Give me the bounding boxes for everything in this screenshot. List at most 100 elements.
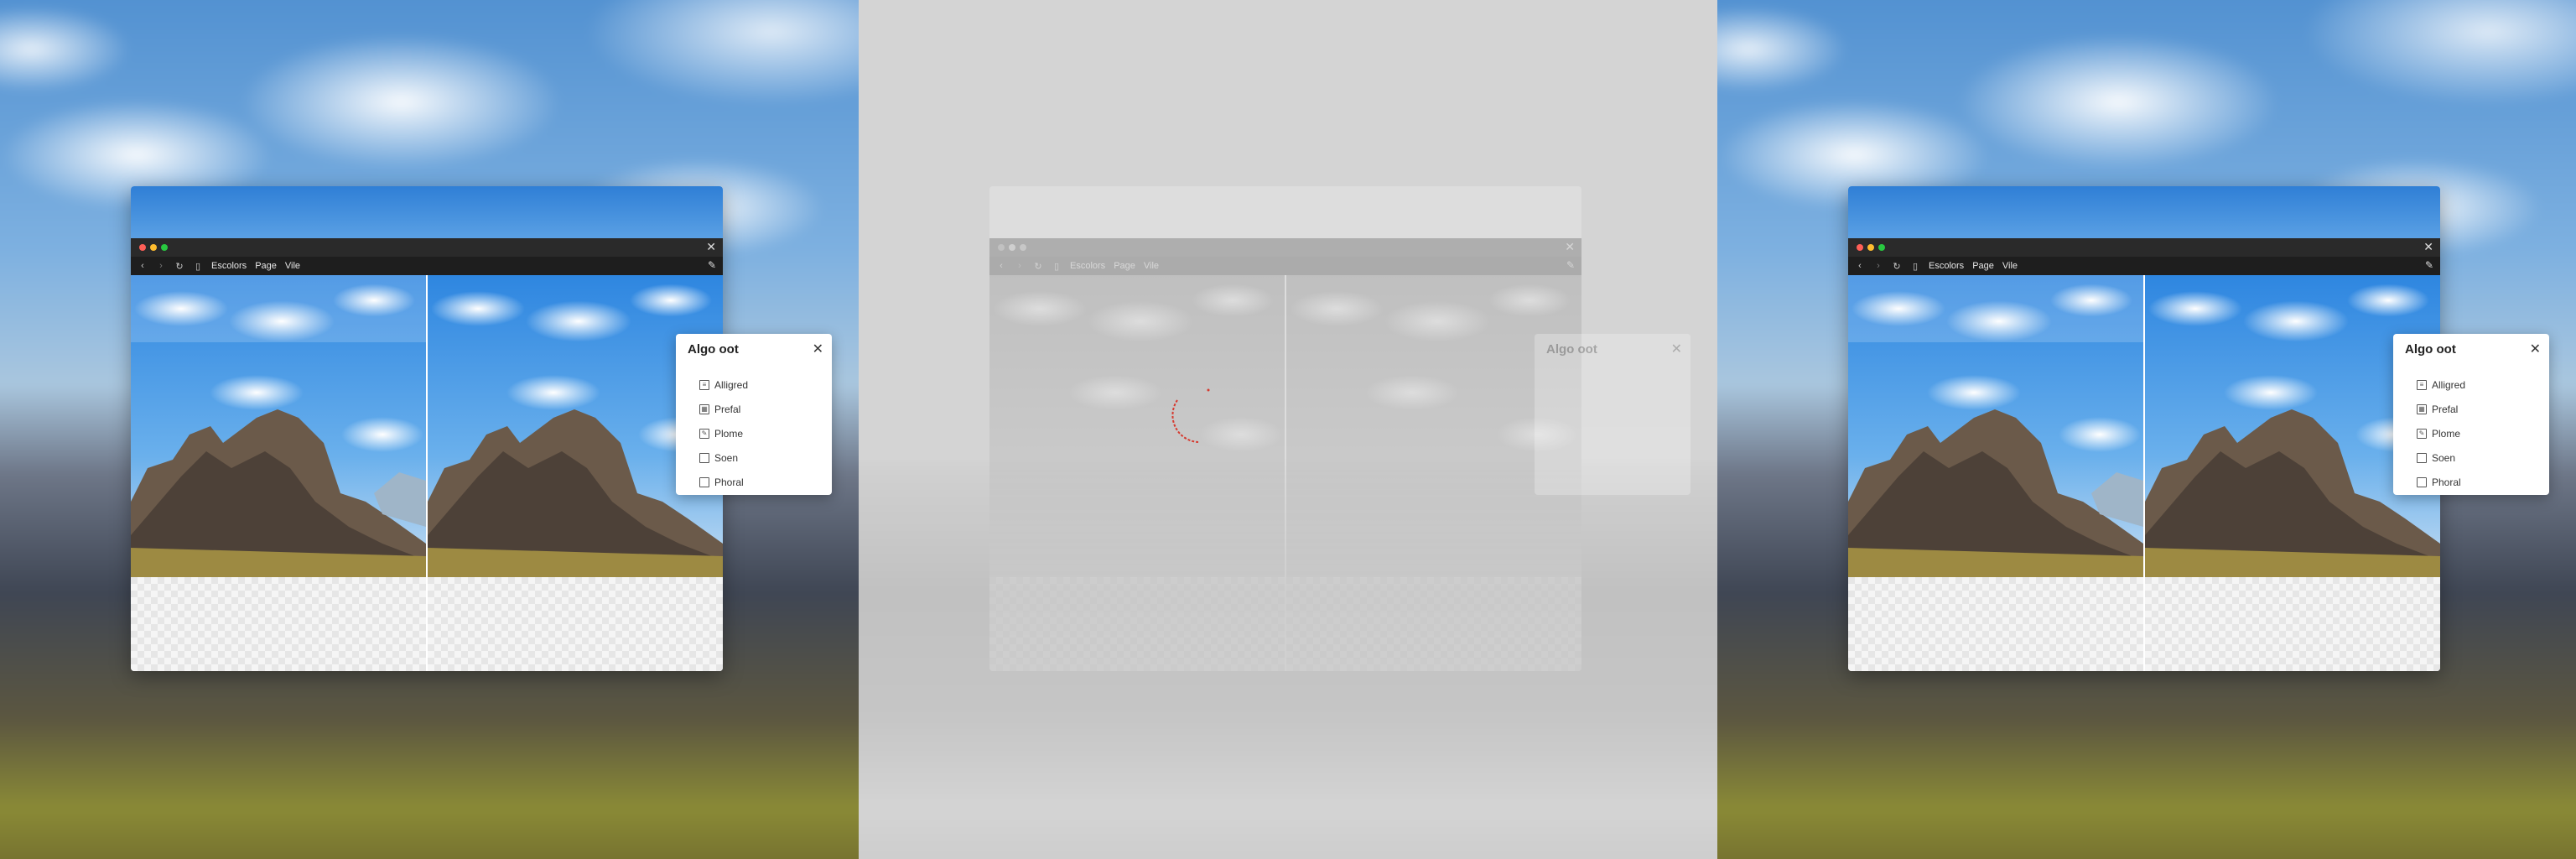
toolbar-link-vile[interactable]: Vile [285, 261, 300, 271]
page-icon[interactable]: ▯ [193, 261, 203, 272]
app-window: ✕ ‹ › ↻ ▯ Escolors Page Vile ✎ [989, 186, 1581, 671]
image-frame-original[interactable] [1848, 275, 2143, 671]
dialog-item-label: Soen [2432, 451, 2456, 464]
refresh-icon[interactable]: ↻ [1892, 261, 1902, 272]
photo-highlight [1848, 275, 2143, 342]
pen-icon[interactable]: ✎ [2425, 259, 2433, 271]
zoom-window-button[interactable] [1020, 244, 1026, 251]
dialog-item-soen[interactable]: Soen [699, 445, 748, 470]
close-icon[interactable]: ✕ [1565, 240, 1575, 254]
dialog-title: Algo oot [688, 342, 739, 357]
pen-icon[interactable]: ✎ [708, 259, 716, 271]
toolbar: ‹ › ↻ ▯ Escolors Page Vile ✎ [1848, 257, 2440, 275]
grid-icon: ▦ [699, 403, 709, 414]
minimize-window-button[interactable] [1867, 244, 1874, 251]
forward-icon[interactable]: › [1873, 261, 1883, 271]
toolbar-link-escolors[interactable]: Escolors [211, 261, 247, 271]
image-frame-original[interactable] [131, 275, 426, 671]
panel-left: ✕ ‹ › ↻ ▯ Escolors Page Vile ✎ Algo oot … [0, 0, 859, 859]
dialog-item-phoral[interactable]: Phoral [699, 470, 748, 494]
checkbox-icon [2417, 452, 2427, 463]
toolbar-link-vile[interactable]: Vile [1144, 261, 1159, 271]
zoom-window-button[interactable] [161, 244, 168, 251]
refresh-icon[interactable]: ↻ [1033, 261, 1043, 272]
close-icon[interactable]: ✕ [2530, 341, 2541, 357]
rock-formation-image [131, 409, 426, 577]
toolbar-link-page[interactable]: Page [1114, 261, 1135, 271]
dialog-item-label: Soen [714, 451, 739, 464]
page-icon[interactable]: ▯ [1910, 261, 1920, 272]
dialog-item-prefal[interactable]: ▦ Prefal [2417, 397, 2465, 421]
list-icon: ≡ [699, 379, 709, 390]
back-icon[interactable]: ‹ [996, 261, 1006, 271]
close-icon[interactable]: ✕ [1671, 341, 1682, 357]
dialog-item-label: Plome [2432, 427, 2461, 440]
toolbar-link-escolors[interactable]: Escolors [1929, 261, 1964, 271]
close-window-button[interactable] [998, 244, 1005, 251]
options-dialog: Algo oot ✕ ≡ Alligred ▦ Prefal ✎ Plome Soen… [2393, 334, 2549, 495]
rock-formation-image [1848, 409, 2143, 577]
title-bar: ✕ [131, 238, 723, 257]
list-icon: ≡ [2417, 379, 2427, 390]
close-icon[interactable]: ✕ [706, 240, 716, 254]
toolbar-link-page[interactable]: Page [1972, 261, 1994, 271]
toolbar-link-page[interactable]: Page [255, 261, 277, 271]
dialog-title: Algo oot [2405, 342, 2456, 357]
dialog-item-alligred[interactable]: ≡ Alligred [2417, 372, 2465, 397]
toolbar: ‹ › ↻ ▯ Escolors Page Vile ✎ [989, 257, 1581, 275]
image-canvas [989, 275, 1581, 671]
back-icon[interactable]: ‹ [138, 261, 148, 271]
window-top-strip [1848, 186, 2440, 238]
image-frame-original[interactable] [989, 275, 1285, 671]
close-window-button[interactable] [139, 244, 146, 251]
app-window: ✕ ‹ › ↻ ▯ Escolors Page Vile ✎ [1848, 186, 2440, 671]
grid-icon: ▦ [2417, 403, 2427, 414]
checkbox-icon [699, 476, 709, 487]
close-window-button[interactable] [1857, 244, 1863, 251]
zoom-window-button[interactable] [1878, 244, 1885, 251]
page-icon[interactable]: ▯ [1052, 261, 1062, 272]
dialog-item-plome[interactable]: ✎ Plome [2417, 421, 2465, 445]
dialog-item-label: Phoral [2432, 476, 2461, 488]
checkbox-icon [699, 452, 709, 463]
dialog-item-phoral[interactable]: Phoral [2417, 470, 2465, 494]
toolbar-link-escolors[interactable]: Escolors [1070, 261, 1105, 271]
dialog-item-plome[interactable]: ✎ Plome [699, 421, 748, 445]
minimize-window-button[interactable] [1009, 244, 1015, 251]
title-bar: ✕ [989, 238, 1581, 257]
photo-highlight [131, 275, 426, 342]
forward-icon[interactable]: › [1015, 261, 1025, 271]
window-top-strip [131, 186, 723, 238]
panel-right: ✕ ‹ › ↻ ▯ Escolors Page Vile ✎ Algo oot … [1717, 0, 2576, 859]
dialog-title: Algo oot [1546, 342, 1597, 357]
edit-icon: ✎ [699, 428, 709, 439]
dialog-item-label: Phoral [714, 476, 744, 488]
dialog-item-label: Prefal [2432, 403, 2459, 415]
dialog-item-label: Prefal [714, 403, 741, 415]
title-bar: ✕ [1848, 238, 2440, 257]
image-canvas [1848, 275, 2440, 671]
toolbar-link-vile[interactable]: Vile [2002, 261, 2018, 271]
back-icon[interactable]: ‹ [1855, 261, 1865, 271]
refresh-icon[interactable]: ↻ [174, 261, 184, 272]
dialog-item-label: Alligred [714, 378, 749, 391]
app-window: ✕ ‹ › ↻ ▯ Escolors Page Vile ✎ [131, 186, 723, 671]
panel-middle-loading: ✕ ‹ › ↻ ▯ Escolors Page Vile ✎ Algo oot … [859, 0, 1717, 859]
close-icon[interactable]: ✕ [2423, 240, 2433, 254]
edit-icon: ✎ [2417, 428, 2427, 439]
options-dialog: Algo oot ✕ [1535, 334, 1690, 495]
dialog-item-label: Plome [714, 427, 744, 440]
pen-icon[interactable]: ✎ [1566, 259, 1575, 271]
options-dialog: Algo oot ✕ ≡ Alligred ▦ Prefal ✎ Plome Soen… [676, 334, 832, 495]
checkbox-icon [2417, 476, 2427, 487]
close-icon[interactable]: ✕ [813, 341, 823, 357]
forward-icon[interactable]: › [156, 261, 166, 271]
minimize-window-button[interactable] [150, 244, 157, 251]
loading-spinner-icon [1171, 388, 1210, 443]
dialog-item-soen[interactable]: Soen [2417, 445, 2465, 470]
dialog-item-prefal[interactable]: ▦ Prefal [699, 397, 748, 421]
dialog-item-label: Alligred [2432, 378, 2466, 391]
dialog-item-alligred[interactable]: ≡ Alligred [699, 372, 748, 397]
landscape-photo [989, 275, 1285, 577]
toolbar: ‹ › ↻ ▯ Escolors Page Vile ✎ [131, 257, 723, 275]
